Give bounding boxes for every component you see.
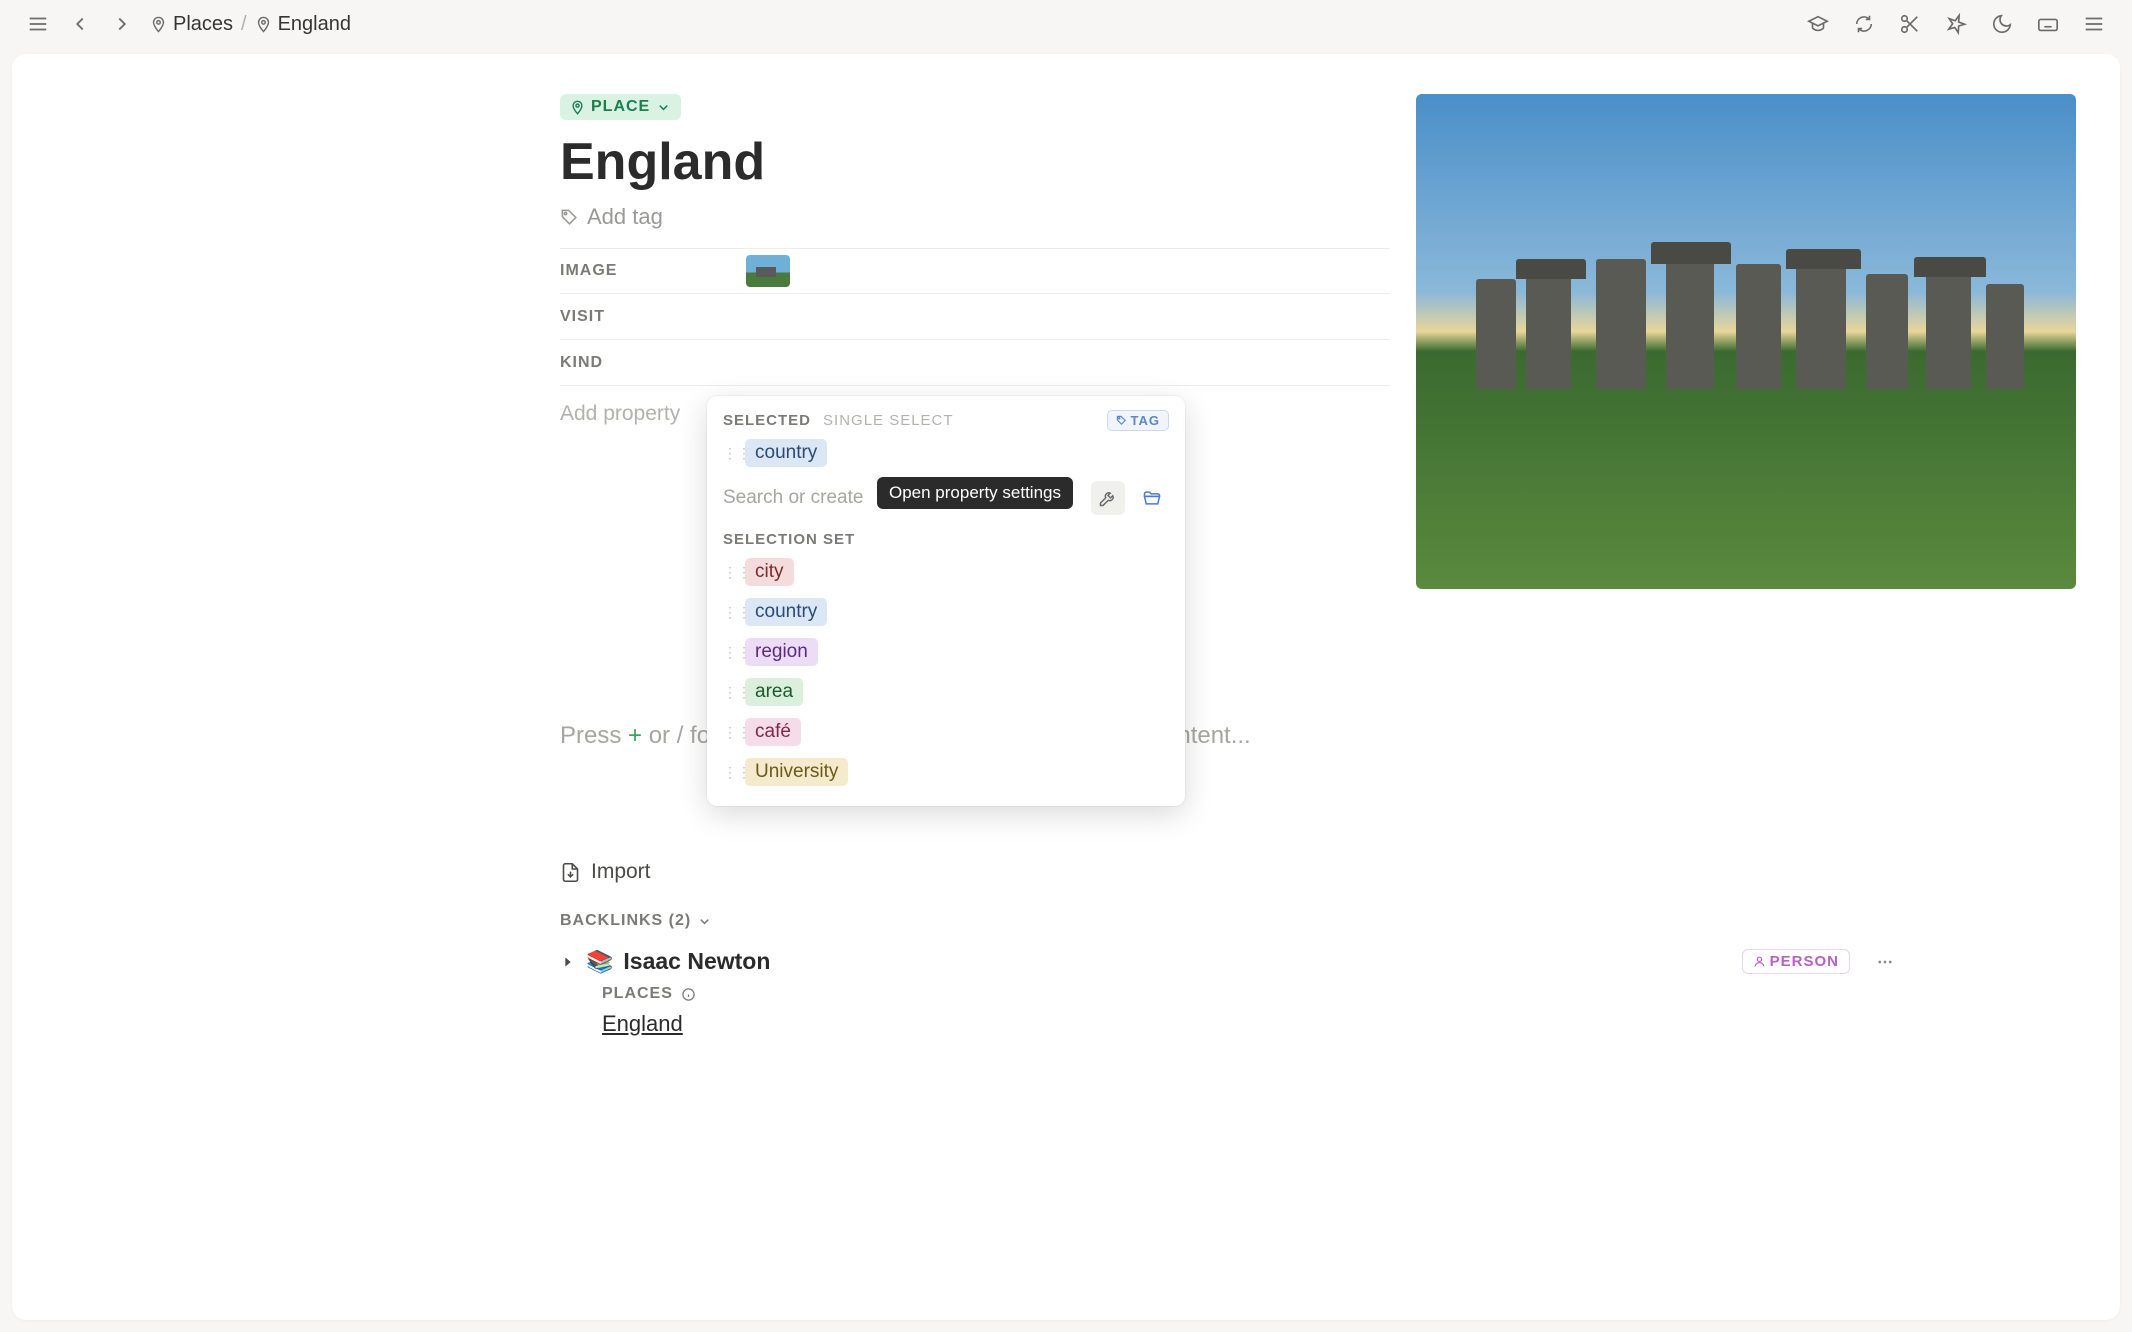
pin-icon [255, 16, 272, 33]
graduate-icon[interactable] [1804, 10, 1832, 38]
person-badge[interactable]: PERSON [1742, 949, 1850, 974]
property-label: IMAGE [560, 262, 746, 280]
option-row[interactable]: ⋮⋮ city [719, 552, 1173, 592]
backlink-title[interactable]: Isaac Newton [623, 948, 770, 975]
backlink-property-label: PLACES [602, 985, 1390, 1003]
drag-handle-icon[interactable]: ⋮⋮ [723, 564, 735, 581]
popover-selected-label: SELECTED [723, 412, 811, 429]
dark-mode-icon[interactable] [1988, 10, 2016, 38]
person-icon [1753, 955, 1766, 968]
drag-handle-icon[interactable]: ⋮⋮ [723, 644, 735, 661]
drag-handle-icon[interactable]: ⋮⋮ [723, 445, 735, 462]
property-value-image[interactable] [746, 255, 1390, 287]
import-button[interactable]: Import [560, 860, 1390, 884]
selection-set-label: SELECTION SET [719, 521, 1173, 552]
drag-handle-icon[interactable]: ⋮⋮ [723, 724, 735, 741]
backlink-emoji-icon: 📚 [586, 949, 613, 975]
option-row[interactable]: ⋮⋮ area [719, 672, 1173, 712]
selected-pill[interactable]: country [745, 439, 827, 467]
selected-value-row[interactable]: ⋮⋮ country [719, 431, 1173, 475]
caret-right-icon[interactable] [560, 954, 576, 970]
property-settings-button[interactable] [1091, 481, 1125, 515]
option-row[interactable]: ⋮⋮ region [719, 632, 1173, 672]
breadcrumb: Places / England [150, 13, 351, 36]
info-icon[interactable] [681, 987, 696, 1002]
properties-table: IMAGE VISIT KIND [560, 248, 1390, 386]
option-pill[interactable]: city [745, 558, 794, 586]
sync-icon[interactable] [1850, 10, 1878, 38]
back-button[interactable] [66, 10, 94, 38]
tag-chip-label: TAG [1131, 413, 1160, 428]
property-label: KIND [560, 354, 746, 372]
person-badge-label: PERSON [1770, 953, 1839, 970]
content: PLACE England Add tag IMAGE VISIT [12, 54, 2120, 1320]
page-card: PLACE England Add tag IMAGE VISIT [12, 54, 2120, 1320]
property-row-visit[interactable]: VISIT [560, 294, 1390, 340]
add-tag-label: Add tag [587, 204, 663, 230]
popover-header: SELECTED SINGLE SELECT TAG [719, 410, 1173, 431]
backlink-title-row[interactable]: 📚 Isaac Newton PERSON [560, 948, 1390, 975]
pin-icon [570, 100, 585, 115]
scissors-icon[interactable] [1896, 10, 1924, 38]
type-badge-label: PLACE [591, 98, 650, 116]
tag-icon [1116, 415, 1127, 426]
topbar: Places / England [0, 0, 2132, 48]
topbar-actions [1804, 10, 2108, 38]
backlinks-header[interactable]: BACKLINKS (2) [560, 912, 1390, 930]
popover-type-label: SINGLE SELECT [823, 412, 954, 429]
backlinks-label: BACKLINKS (2) [560, 912, 691, 930]
option-row[interactable]: ⋮⋮ café [719, 712, 1173, 752]
property-row-kind[interactable]: KIND [560, 340, 1390, 386]
option-pill[interactable]: region [745, 638, 818, 666]
breadcrumb-separator: / [241, 13, 247, 36]
page-title[interactable]: England [560, 132, 1390, 192]
property-label: VISIT [560, 308, 746, 326]
pin-icon [150, 16, 167, 33]
type-badge[interactable]: PLACE [560, 94, 681, 120]
option-pill[interactable]: country [745, 598, 827, 626]
option-row[interactable]: ⋮⋮ country [719, 592, 1173, 632]
property-row-image[interactable]: IMAGE [560, 248, 1390, 294]
image-thumbnail[interactable] [746, 255, 790, 287]
option-pill[interactable]: café [745, 718, 801, 746]
more-menu-icon[interactable] [2080, 10, 2108, 38]
tag-icon [560, 208, 579, 227]
drag-handle-icon[interactable]: ⋮⋮ [723, 764, 735, 781]
hamburger-menu-icon[interactable] [24, 10, 52, 38]
folder-open-icon [1142, 488, 1162, 508]
backlink-link[interactable]: England [602, 1011, 1390, 1037]
import-label: Import [591, 860, 651, 884]
popover-search-row: Open property settings [719, 475, 1173, 521]
add-tag-button[interactable]: Add tag [560, 204, 1390, 230]
chevron-down-icon [697, 914, 712, 929]
breadcrumb-parent[interactable]: Places [150, 13, 233, 36]
chevron-down-icon [656, 100, 671, 115]
open-folder-button[interactable] [1135, 481, 1169, 515]
option-pill[interactable]: area [745, 678, 803, 706]
backlink-item: 📚 Isaac Newton PERSON PLACES England [560, 948, 1390, 1037]
import-icon [560, 862, 581, 883]
tooltip: Open property settings [877, 477, 1073, 509]
tag-chip[interactable]: TAG [1107, 410, 1169, 431]
pin-action-icon[interactable] [1942, 10, 1970, 38]
breadcrumb-current-label: England [278, 13, 351, 36]
drag-handle-icon[interactable]: ⋮⋮ [723, 604, 735, 621]
breadcrumb-current[interactable]: England [255, 13, 351, 36]
drag-handle-icon[interactable]: ⋮⋮ [723, 684, 735, 701]
keyboard-icon[interactable] [2034, 10, 2062, 38]
option-row[interactable]: ⋮⋮ University [719, 752, 1173, 792]
cover-image[interactable] [1416, 94, 2076, 589]
breadcrumb-parent-label: Places [173, 13, 233, 36]
forward-button[interactable] [108, 10, 136, 38]
kind-popover: SELECTED SINGLE SELECT TAG ⋮⋮ country Op… [707, 396, 1185, 806]
option-pill[interactable]: University [745, 758, 848, 786]
more-actions-button[interactable] [1870, 947, 1900, 977]
dots-icon [1876, 953, 1894, 971]
wrench-icon [1098, 488, 1118, 508]
